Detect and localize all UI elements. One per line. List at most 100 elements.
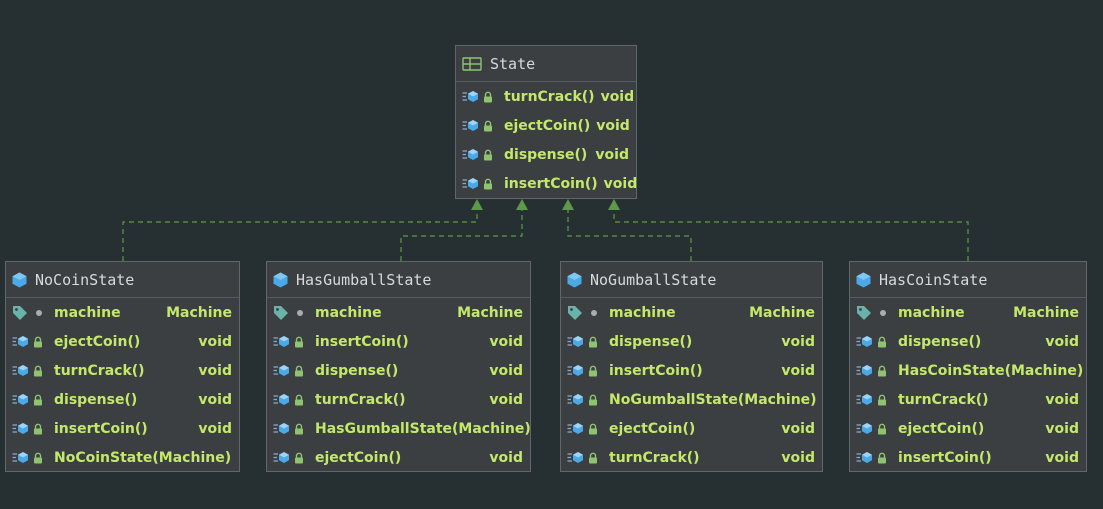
lock-icon [878,394,886,405]
method-row[interactable]: turnCrack() void [561,443,822,472]
lock-icon [878,452,886,463]
class-header: NoGumballState [561,262,822,298]
member-icons [273,451,315,464]
class-members: machine Machine dispense() void insertCoin()… [561,298,822,472]
member-icons [273,393,315,406]
method-name: turnCrack() [54,362,145,379]
method-row[interactable]: NoGumballState(Machine) [561,385,822,414]
lock-icon [295,394,303,405]
method-icon [273,423,289,434]
member-icons [462,177,504,190]
method-name: dispense() [609,333,693,350]
field-icon [857,305,871,320]
field-name: machine [54,304,121,321]
class-box-hasgumballstate[interactable]: HasGumballState machine Machine insertCoin… [266,261,531,472]
method-row[interactable]: insertCoin() void [850,443,1086,472]
method-icon [567,365,583,376]
return-type: void [603,175,638,192]
method-row[interactable]: turnCrack() void [267,385,530,414]
method-name: dispense() [898,333,982,350]
member-icons [462,90,504,103]
return-type: void [489,333,523,350]
method-row[interactable]: insertCoin() void [456,169,638,198]
lock-icon [589,394,597,405]
member-icons [567,451,609,464]
method-row[interactable]: ejectCoin() void [561,414,822,443]
lock-icon [295,336,303,347]
return-type: void [596,117,630,134]
package-private-dot-icon [36,309,42,316]
method-row[interactable]: ejectCoin() void [850,414,1086,443]
field-row[interactable]: machine Machine [267,298,530,327]
lock-icon [484,120,492,131]
method-icon [856,394,872,405]
class-members: machine Machine dispense() void HasCoinState… [850,298,1086,472]
method-row[interactable]: turnCrack() void [456,82,636,111]
method-row[interactable]: dispense() void [850,327,1086,356]
method-row[interactable]: insertCoin() void [267,327,530,356]
member-icons [567,305,609,321]
lock-icon [878,423,886,434]
method-row[interactable]: dispense() void [267,356,530,385]
class-title: NoGumballState [590,270,717,289]
field-row[interactable]: machine Machine [850,298,1086,327]
field-row[interactable]: machine Machine [6,298,239,327]
method-row[interactable]: HasGumballState(Machine) [267,414,531,443]
method-row[interactable]: dispense() void [561,327,822,356]
method-row[interactable]: insertCoin() void [561,356,822,385]
method-icon [567,336,583,347]
class-icon [567,272,582,287]
method-icon [273,394,289,405]
class-title: HasCoinState [879,270,988,289]
method-icon [12,394,28,405]
class-icon [12,272,27,287]
class-box-nocoinstate[interactable]: NoCoinState machine Machine ejectCoin() voi… [5,261,240,472]
method-icon [567,423,583,434]
method-name: insertCoin() [504,175,598,192]
interface-header: State [456,46,636,82]
field-type: Machine [1013,304,1079,321]
method-name: ejectCoin() [315,449,402,466]
method-row[interactable]: dispense() void [6,385,239,414]
member-icons [12,393,54,406]
class-box-hascoinstate[interactable]: HasCoinState machine Machine dispense() voi… [849,261,1087,472]
method-row[interactable]: insertCoin() void [6,414,239,443]
return-type: void [198,362,232,379]
realization-arrowhead [471,199,483,210]
class-box-nogumballstate[interactable]: NoGumballState machine Machine dispense() v… [560,261,823,472]
return-type: void [489,449,523,466]
lock-icon [484,149,492,160]
method-row[interactable]: ejectCoin() void [456,111,636,140]
field-icon [274,305,288,320]
method-row[interactable]: ejectCoin() void [267,443,530,472]
interface-box-state[interactable]: State turnCrack() void ejectCoin() void disp… [455,45,637,199]
method-icon [273,365,289,376]
realization-arrowhead [562,199,574,210]
field-type: Machine [166,304,232,321]
method-name: insertCoin() [315,333,409,350]
realization-arrowhead [516,199,528,210]
field-type: Machine [457,304,523,321]
method-row[interactable]: HasCoinState(Machine) [850,356,1086,385]
method-row[interactable]: NoCoinState(Machine) [6,443,239,472]
field-name: machine [898,304,965,321]
return-type: void [1045,391,1079,408]
method-name: HasCoinState(Machine) [898,362,1084,379]
lock-icon [589,452,597,463]
method-name: turnCrack() [315,391,406,408]
method-row[interactable]: turnCrack() void [6,356,239,385]
realization-line [400,210,523,261]
member-icons [12,305,54,321]
method-row[interactable]: dispense() void [456,140,636,169]
return-type: void [198,391,232,408]
field-row[interactable]: machine Machine [561,298,822,327]
lock-icon [589,365,597,376]
lock-icon [484,91,492,102]
method-icon [12,423,28,434]
method-row[interactable]: turnCrack() void [850,385,1086,414]
method-row[interactable]: ejectCoin() void [6,327,239,356]
method-name: insertCoin() [609,362,703,379]
return-type: void [198,420,232,437]
member-icons [462,148,504,161]
method-name: turnCrack() [504,88,595,105]
